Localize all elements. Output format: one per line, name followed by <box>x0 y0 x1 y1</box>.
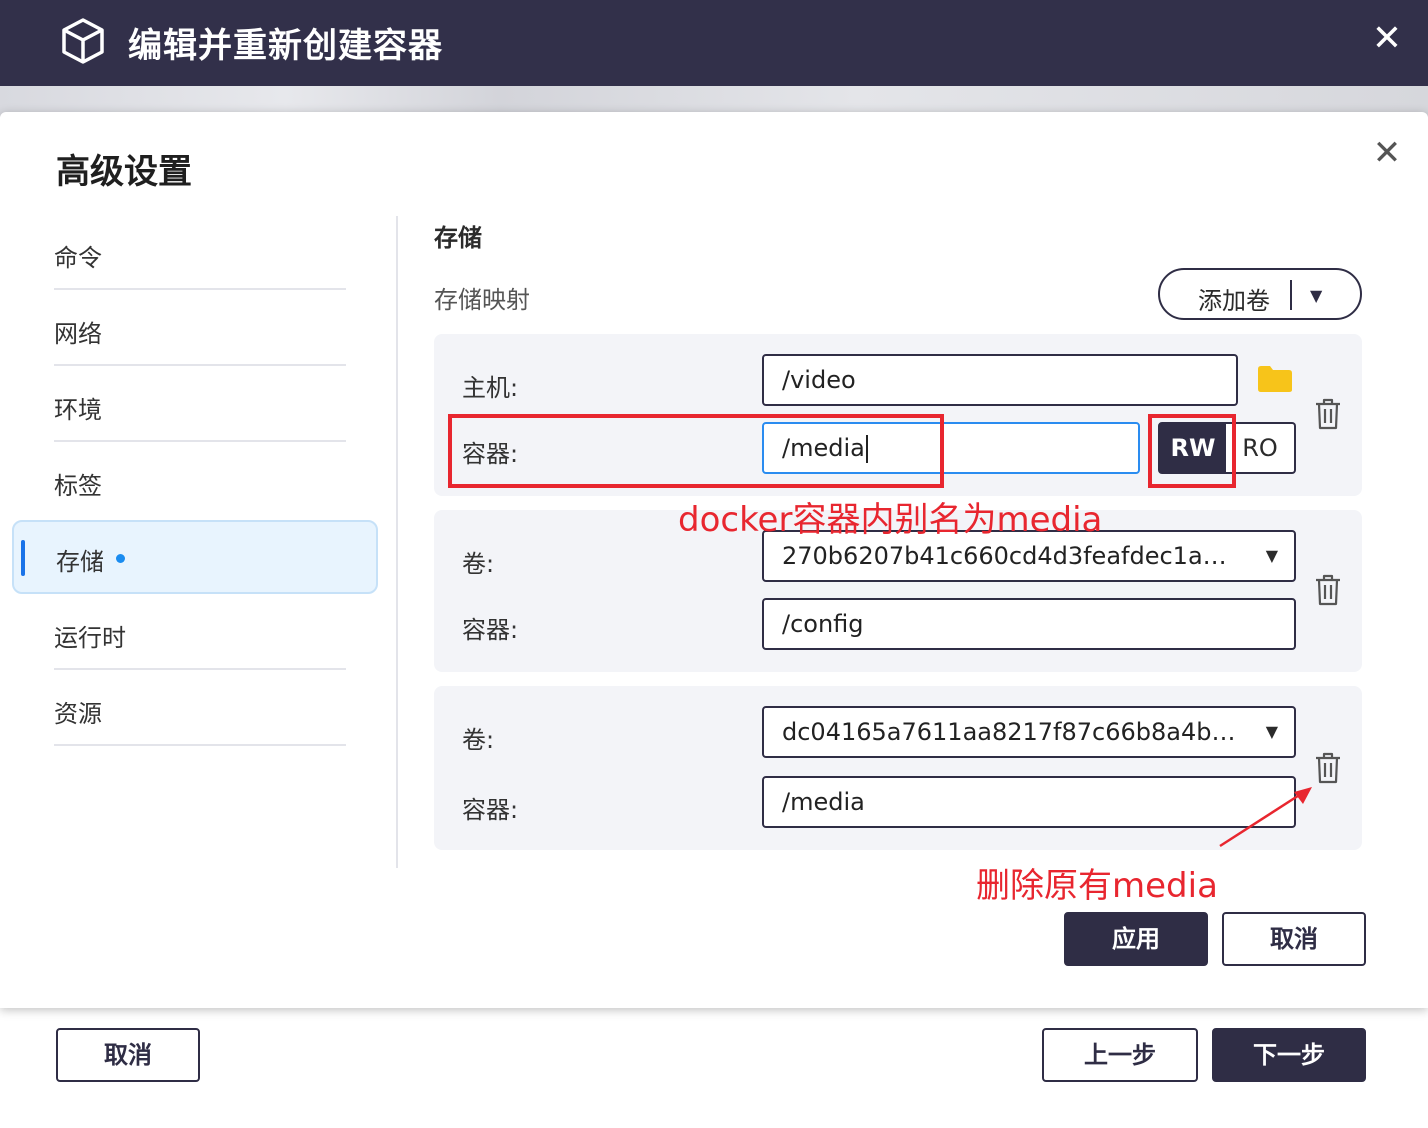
split-separator <box>1290 280 1292 310</box>
annotation-delete-note: 删除原有media <box>976 866 1218 906</box>
nav-item-label: 网络 <box>54 320 102 348</box>
add-volume-label: 添加卷 <box>1198 287 1270 315</box>
nav-item-storage[interactable]: 存储 <box>12 520 378 594</box>
chevron-down-icon[interactable]: ▼ <box>1310 286 1322 305</box>
nav-item-label: 命令 <box>54 244 102 272</box>
section-subtitle: 存储映射 <box>434 286 530 314</box>
active-indicator <box>21 540 25 576</box>
window-footer: 取消 上一步 下一步 <box>0 1008 1428 1128</box>
annotation-box-container-path <box>448 414 944 488</box>
container-label: 容器: <box>462 616 519 644</box>
window-cancel-button[interactable]: 取消 <box>56 1028 200 1082</box>
nav-item-label: 资源 <box>54 700 102 728</box>
host-path-input[interactable]: /video <box>762 354 1238 406</box>
dialog-close-icon[interactable]: ✕ <box>1370 136 1404 170</box>
container-path-input[interactable]: /config <box>762 598 1296 650</box>
nav-item-network[interactable]: 网络 <box>12 292 378 366</box>
trash-icon[interactable] <box>1313 751 1343 785</box>
nav-item-labels[interactable]: 标签 <box>12 444 378 518</box>
volume-label: 卷: <box>462 550 495 578</box>
dialog-title: 高级设置 <box>56 152 192 192</box>
trash-icon[interactable] <box>1313 397 1343 431</box>
advanced-settings-dialog: 高级设置 ✕ 命令 网络 环境 标签 存储 运行时 资源 存储 存储映射 添加卷… <box>0 112 1428 1008</box>
modified-dot-icon <box>116 554 125 563</box>
nav-item-label: 运行时 <box>54 624 126 652</box>
nav-divider <box>54 668 346 670</box>
dialog-cancel-button[interactable]: 取消 <box>1222 912 1366 966</box>
nav-item-label: 存储 <box>56 548 104 576</box>
nav-separator <box>396 216 398 868</box>
nav-item-label: 标签 <box>54 472 102 500</box>
chevron-down-icon: ▼ <box>1265 546 1278 565</box>
mode-ro-toggle[interactable]: RO <box>1226 422 1296 474</box>
prev-step-button[interactable]: 上一步 <box>1042 1028 1198 1082</box>
nav-divider <box>54 288 346 290</box>
volume-select-value: dc04165a7611aa8217f87c66b8a4ba6302f3e6c1… <box>782 718 1238 746</box>
nav-item-environment[interactable]: 环境 <box>12 368 378 442</box>
next-step-button[interactable]: 下一步 <box>1212 1028 1366 1082</box>
trash-icon[interactable] <box>1313 573 1343 607</box>
nav-divider <box>54 440 346 442</box>
nav-item-command[interactable]: 命令 <box>12 216 378 290</box>
annotation-box-rw <box>1148 414 1236 488</box>
container-label: 容器: <box>462 796 519 824</box>
nav-item-resources[interactable]: 资源 <box>12 672 378 746</box>
annotation-arrow-icon <box>1219 787 1312 848</box>
volume-select[interactable]: dc04165a7611aa8217f87c66b8a4ba6302f3e6c1… <box>762 706 1296 758</box>
nav-item-runtime[interactable]: 运行时 <box>12 596 378 670</box>
volume-label: 卷: <box>462 726 495 754</box>
host-label: 主机: <box>462 374 519 402</box>
window-title: 编辑并重新创建容器 <box>128 26 443 66</box>
folder-icon[interactable] <box>1256 364 1294 394</box>
chevron-down-icon: ▼ <box>1265 722 1278 741</box>
window-close-icon[interactable]: ✕ <box>1370 21 1404 57</box>
apply-button[interactable]: 应用 <box>1064 912 1208 966</box>
nav-divider <box>54 364 346 366</box>
container-cube-icon <box>62 18 104 64</box>
section-title: 存储 <box>434 224 482 252</box>
annotation-alias-note: docker容器内别名为media <box>678 500 1103 540</box>
window-titlebar: 编辑并重新创建容器 ✕ <box>0 0 1428 86</box>
add-volume-button[interactable]: 添加卷 ▼ <box>1158 268 1362 320</box>
nav-divider <box>54 744 346 746</box>
nav-item-label: 环境 <box>54 396 102 424</box>
